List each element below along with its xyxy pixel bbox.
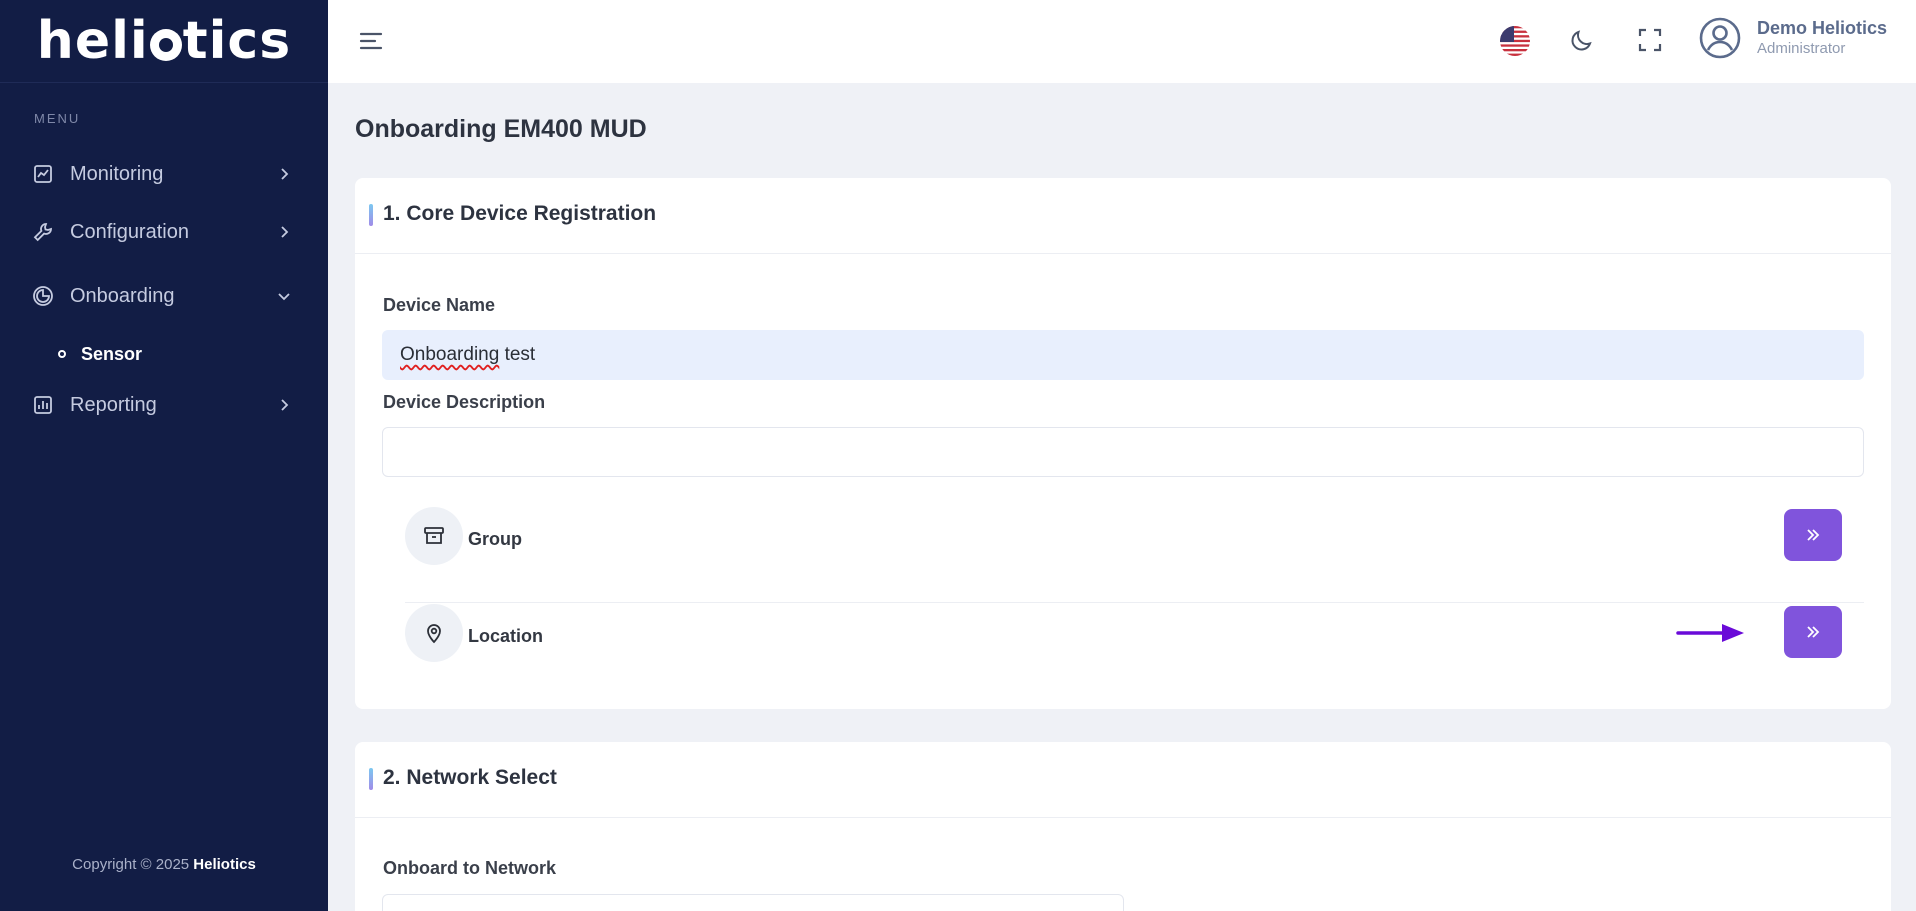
bar-chart-icon <box>32 394 54 416</box>
logo-area[interactable]: heli tics <box>0 0 328 83</box>
sidebar-item-onboarding[interactable]: Onboarding <box>0 274 328 318</box>
wrench-icon <box>32 221 54 243</box>
bullet-icon <box>58 350 66 358</box>
hamburger-menu-icon[interactable] <box>358 28 384 54</box>
device-name-label: Device Name <box>383 295 496 315</box>
card-header: 1. Core Device Registration <box>355 178 1891 254</box>
arrow-right-annotation-icon <box>1676 624 1744 642</box>
sidebar-item-label: Configuration <box>70 220 189 243</box>
sidebar: heli tics MENU Monitoring Configuration O… <box>0 0 328 911</box>
sidebar-item-reporting[interactable]: Reporting <box>0 383 328 427</box>
group-label: Group <box>468 529 522 549</box>
chevron-right-icon <box>281 226 289 238</box>
device-description-label: Device Description <box>383 392 546 412</box>
section-accent-bar <box>369 204 373 226</box>
user-name[interactable]: Demo Heliotics <box>1757 18 1887 39</box>
sidebar-item-label: Onboarding <box>70 284 175 307</box>
location-row: Location <box>405 604 1864 700</box>
chevron-right-icon <box>281 168 289 180</box>
onboarding-icon <box>32 285 54 307</box>
sidebar-item-monitoring[interactable]: Monitoring <box>0 152 328 196</box>
onboard-to-network-label: Onboard to Network <box>383 858 557 878</box>
fullscreen-icon[interactable] <box>1636 26 1664 54</box>
location-next-button[interactable] <box>1784 606 1842 658</box>
card-header: 2. Network Select <box>355 742 1891 818</box>
group-row: Group <box>405 507 1864 603</box>
menu-section-title: MENU <box>34 111 81 126</box>
us-flag-icon[interactable] <box>1500 26 1530 56</box>
chevron-right-icon <box>281 399 289 411</box>
page-title: Onboarding EM400 MUD <box>355 115 647 143</box>
device-description-input[interactable] <box>382 427 1864 477</box>
copyright-brand: Heliotics <box>193 856 256 873</box>
sidebar-item-configuration[interactable]: Configuration <box>0 210 328 254</box>
double-chevron-right-icon <box>1807 529 1820 541</box>
sidebar-item-label: Reporting <box>70 393 157 416</box>
moon-icon[interactable] <box>1568 26 1596 54</box>
section-title: 1. Core Device Registration <box>383 202 657 225</box>
sidebar-subitem-sensor[interactable]: Sensor <box>58 341 142 367</box>
core-device-registration-card: 1. Core Device Registration Device Name … <box>355 178 1891 709</box>
double-chevron-right-icon <box>1807 626 1820 638</box>
copyright: Copyright © 2025 Heliotics <box>0 856 328 873</box>
network-select-card: 2. Network Select Onboard to Network <box>355 742 1891 911</box>
group-next-button[interactable] <box>1784 509 1842 561</box>
device-name-input[interactable]: Onboarding test <box>382 330 1864 380</box>
location-label: Location <box>468 626 543 646</box>
chevron-down-icon <box>278 293 290 301</box>
section-accent-bar <box>369 768 373 790</box>
topbar: Demo Heliotics Administrator <box>328 0 1916 83</box>
device-name-word-2: test <box>499 344 536 365</box>
copyright-text: Copyright © 2025 <box>72 856 194 873</box>
user-avatar-icon[interactable] <box>1698 16 1742 60</box>
archive-icon <box>405 507 463 565</box>
heliotics-logo: heli tics <box>36 11 292 71</box>
user-role: Administrator <box>1757 40 1846 57</box>
sidebar-subitem-label: Sensor <box>81 343 143 364</box>
chart-line-icon <box>32 163 54 185</box>
section-title: 2. Network Select <box>383 766 557 789</box>
sidebar-item-label: Monitoring <box>70 162 164 185</box>
map-pin-icon <box>405 604 463 662</box>
network-select-dropdown[interactable] <box>382 894 1124 911</box>
device-name-word-1: Onboarding <box>400 344 500 365</box>
